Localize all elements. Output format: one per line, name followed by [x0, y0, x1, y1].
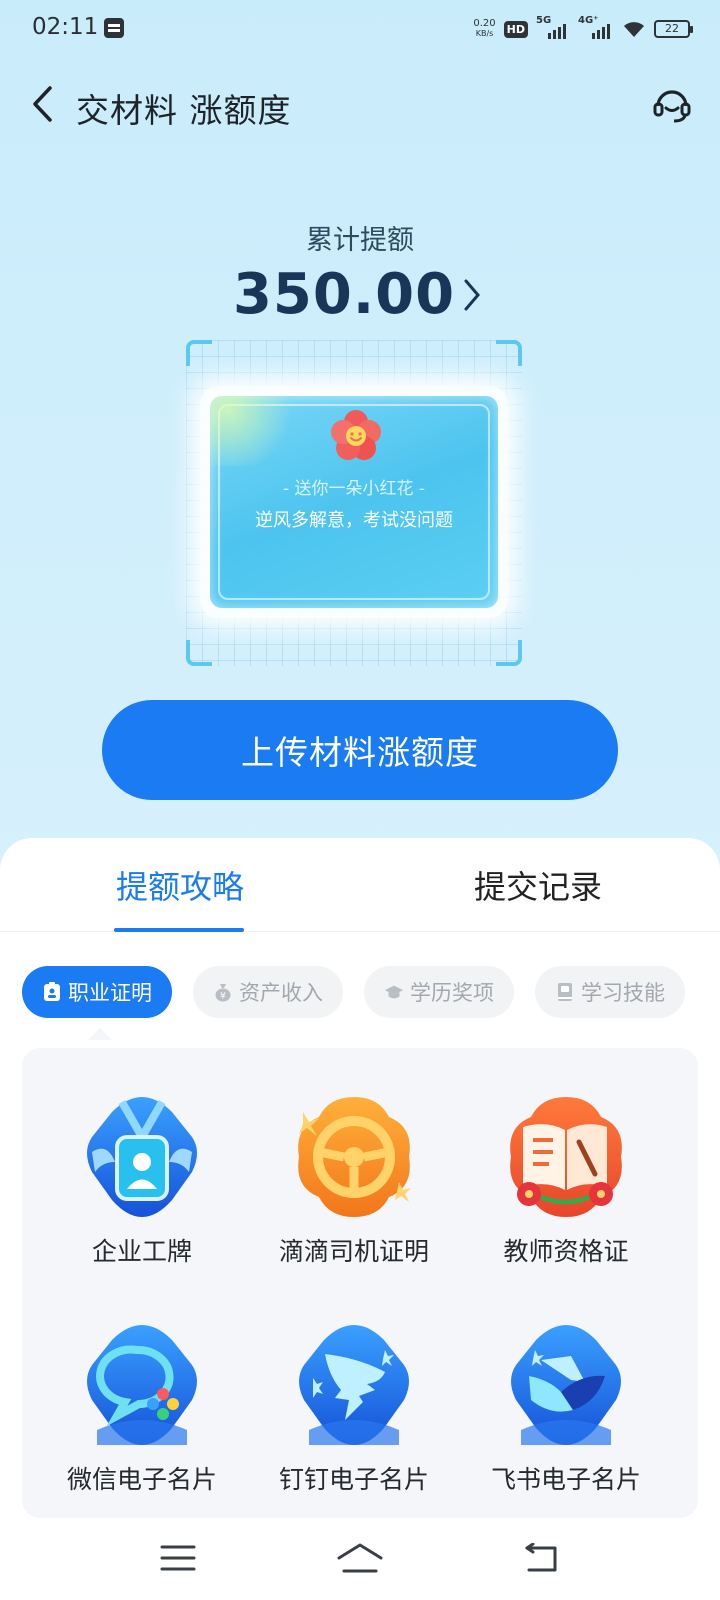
total-quota[interactable]: 350.00: [0, 262, 720, 327]
menu-nav-button[interactable]: [148, 1536, 208, 1580]
graduation-cap-icon: [384, 982, 404, 1002]
card-message: 逆风多解意，考试没问题: [255, 510, 453, 531]
back-button[interactable]: [22, 82, 62, 126]
chip-assets-income[interactable]: ¥ 资产收入: [193, 966, 343, 1018]
scan-corner: [186, 340, 212, 366]
total-quota-label: 累计提额: [306, 225, 414, 256]
open-book-icon: [510, 1097, 622, 1217]
notification-icon: [104, 18, 124, 38]
upload-materials-button[interactable]: 上传材料涨额度: [102, 700, 618, 800]
tab-bar: 提额攻略 提交记录: [0, 838, 720, 932]
signal-4g-icon: 4G⁺: [578, 15, 614, 39]
feishu-card-icon: [511, 1325, 621, 1445]
document-grid: 企业工牌 滴滴司机证明 教师资格证 微信电子名片 钉钉电子名片 飞书电子名片: [22, 1048, 698, 1518]
headset-icon: [653, 90, 691, 123]
doc-label: 飞书电子名片: [490, 1465, 641, 1494]
home-nav-button[interactable]: [330, 1536, 390, 1580]
header: 交材料 涨额度: [0, 72, 720, 136]
status-icons: 0.20 KB/s HD 5G 4G⁺ 22: [473, 15, 693, 42]
total-quota-value[interactable]: 350.00: [233, 262, 455, 327]
doc-enterprise-badge[interactable]: 企业工牌: [34, 1082, 244, 1282]
chip-label: 学历奖项: [410, 981, 494, 1005]
signal-5g-icon: 5G: [536, 15, 570, 39]
chip-learning-skills[interactable]: 学习技能: [535, 966, 685, 1018]
status-time: 02:11: [32, 14, 99, 40]
customer-service-button[interactable]: [648, 80, 696, 128]
doc-label: 企业工牌: [91, 1237, 192, 1266]
wifi-icon: [622, 20, 646, 38]
doc-label: 钉钉电子名片: [278, 1465, 429, 1494]
scan-corner: [496, 640, 522, 666]
doc-dingtalk-card[interactable]: 钉钉电子名片: [246, 1310, 456, 1510]
doc-wechat-card[interactable]: 微信电子名片: [34, 1310, 244, 1510]
chip-education-awards[interactable]: 学历奖项: [364, 966, 514, 1018]
menu-icon: [160, 1545, 196, 1571]
return-icon: [525, 1543, 557, 1572]
dingtalk-card-icon: [299, 1325, 409, 1445]
tab-submit-records[interactable]: 提交记录: [474, 862, 602, 908]
doc-label: 教师资格证: [503, 1237, 629, 1266]
net-speed: 0.20 KB/s: [473, 18, 496, 39]
steering-wheel-icon: [298, 1097, 411, 1217]
red-flower-card: - 送你一朵小红花 - 逆风多解意，考试没问题: [186, 340, 522, 666]
card-body: - 送你一朵小红花 - 逆风多解意，考试没问题: [210, 396, 498, 608]
employee-badge-icon: [87, 1097, 197, 1217]
battery-icon: 22: [654, 20, 693, 38]
hd-icon: HD: [503, 20, 528, 38]
badge-icon: [42, 982, 62, 1002]
category-chips: 职业证明 ¥ 资产收入 学历奖项 学习技能: [22, 966, 698, 1018]
page-title: 交材料 涨额度: [76, 91, 292, 130]
scan-corner: [496, 340, 522, 366]
doc-label: 滴滴司机证明: [278, 1237, 429, 1266]
back-nav-button[interactable]: [510, 1536, 570, 1580]
chip-pointer: [88, 1028, 112, 1040]
book-icon: [555, 982, 575, 1002]
chip-label: 职业证明: [68, 981, 152, 1005]
chip-label: 资产收入: [239, 981, 323, 1005]
doc-feishu-card[interactable]: 飞书电子名片: [458, 1310, 668, 1510]
red-flower-icon: [331, 410, 381, 460]
card-subtitle: - 送你一朵小红花 -: [282, 479, 426, 499]
doc-didi-driver[interactable]: 滴滴司机证明: [246, 1082, 456, 1282]
chip-label: 学习技能: [581, 981, 665, 1005]
active-tab-indicator: [114, 928, 244, 932]
doc-label: 微信电子名片: [66, 1465, 217, 1494]
svg-text:¥: ¥: [220, 992, 226, 1002]
chevron-left-icon: [33, 86, 52, 122]
status-bar: 02:11 0.20 KB/s HD 5G 4G⁺ 22: [0, 0, 720, 58]
home-icon: [337, 1543, 383, 1573]
money-bag-icon: ¥: [213, 982, 233, 1002]
chevron-right-icon[interactable]: [463, 275, 487, 315]
scan-corner: [186, 640, 212, 666]
chip-career-proof[interactable]: 职业证明: [22, 966, 172, 1018]
wechat-card-icon: [87, 1325, 197, 1445]
doc-teacher-cert[interactable]: 教师资格证: [458, 1082, 668, 1282]
tab-quota-guide[interactable]: 提额攻略: [116, 862, 244, 908]
guide-panel: 提额攻略 提交记录 职业证明 ¥ 资产收入 学历奖项 学习技能 企业工牌 滴滴司…: [0, 838, 720, 1518]
system-nav-bar: [0, 1518, 720, 1600]
